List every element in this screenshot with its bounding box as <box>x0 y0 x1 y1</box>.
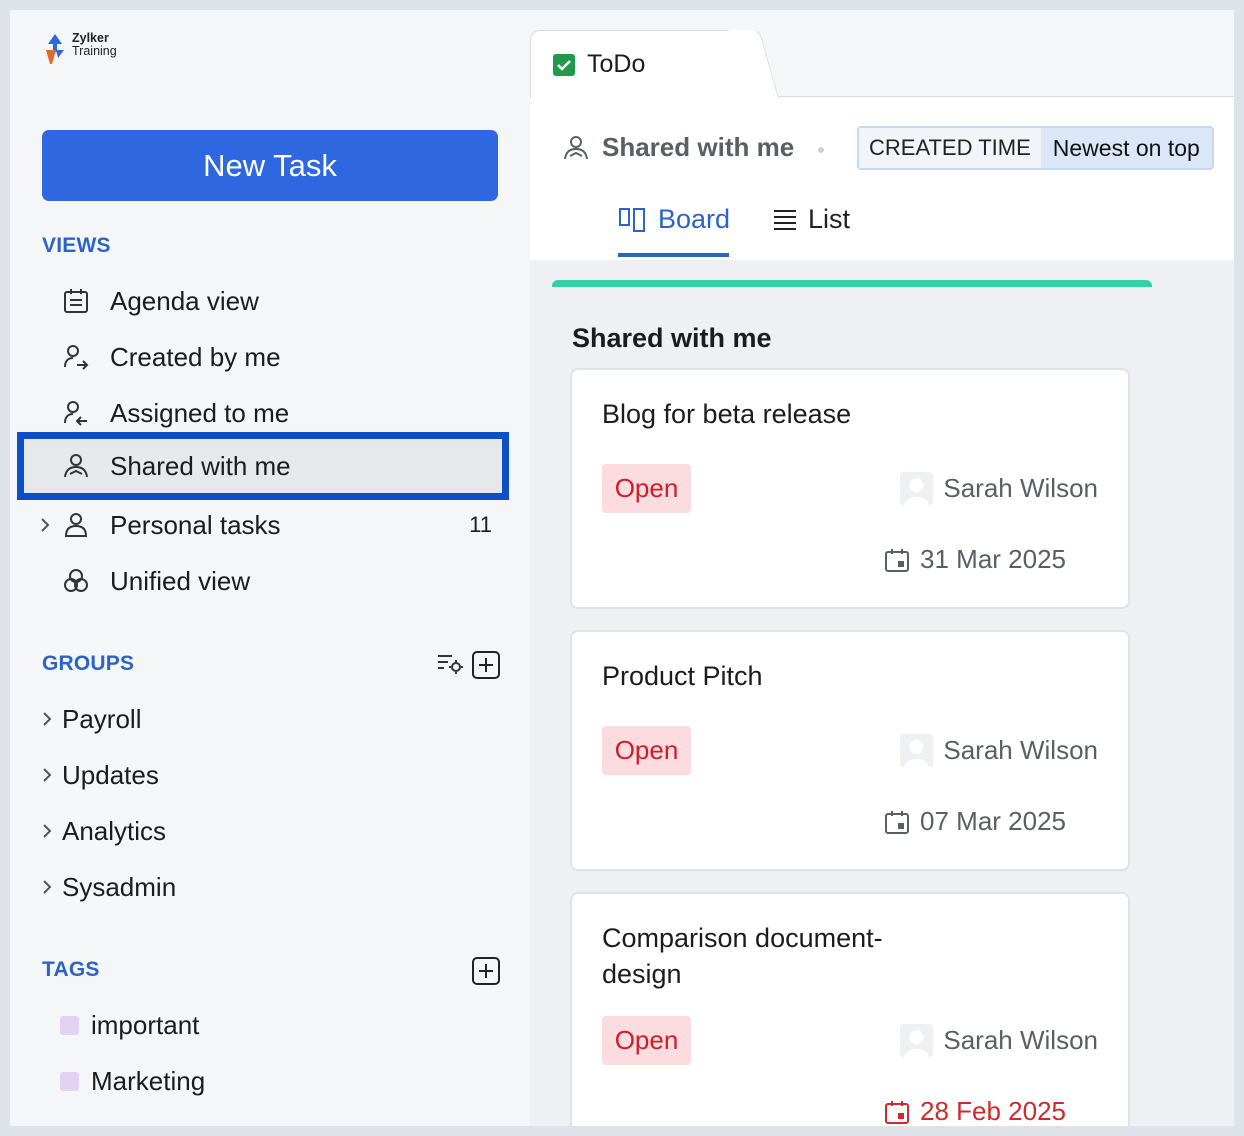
group-settings-icon[interactable] <box>436 650 466 680</box>
status-badge[interactable]: Open <box>602 726 691 775</box>
list-icon <box>774 209 796 230</box>
tags-heading: TAGS <box>42 958 100 981</box>
logo-line-2: Training <box>72 44 117 58</box>
avatar-placeholder-icon <box>900 1024 934 1057</box>
agenda-icon <box>64 289 88 313</box>
active-tab-indicator <box>618 253 729 257</box>
tab-todo[interactable]: ToDo <box>530 30 762 98</box>
task-title: Comparison document-design <box>602 923 883 989</box>
column-title: Shared with me <box>572 323 772 353</box>
due-date-text: 31 Mar 2025 <box>920 544 1066 574</box>
due-date: 31 Mar 2025 <box>884 544 1066 575</box>
tab-board-label: Board <box>658 204 731 234</box>
status-badge[interactable]: Open <box>602 464 691 513</box>
add-group-icon[interactable] <box>471 650 501 680</box>
status-badge[interactable]: Open <box>602 1016 691 1065</box>
new-task-button[interactable]: New Task <box>42 130 498 201</box>
tag-label: important <box>91 1009 200 1040</box>
app-window: Zylker Training New Task VIEWS Agenda vi… <box>10 10 1234 1126</box>
task-owner[interactable]: Sarah Wilson <box>900 734 1098 767</box>
user-incoming-icon <box>64 401 87 426</box>
nav-item-label: Created by me <box>110 341 281 372</box>
checkbox-checked-icon <box>553 53 575 76</box>
user-outgoing-icon <box>64 345 89 370</box>
group-label: Payroll <box>62 703 142 734</box>
chevron-right-icon[interactable] <box>40 708 54 730</box>
due-date-overdue: 28 Feb 2025 <box>884 1096 1066 1126</box>
tab-strip: ToDo <box>530 10 1234 98</box>
view-header: ToDo Shared with me CREATED TIME Newest … <box>530 10 1234 260</box>
tab-board[interactable]: Board <box>618 204 730 235</box>
nav-item-label: Agenda view <box>110 285 259 316</box>
group-item-analytics[interactable]: Analytics <box>36 805 506 857</box>
calendar-icon <box>884 1100 909 1124</box>
nav-item-unified-view[interactable]: Unified view <box>30 553 506 609</box>
tab-list-label: List <box>808 204 851 234</box>
chevron-right-icon[interactable] <box>40 764 54 786</box>
group-label: Analytics <box>62 815 167 846</box>
main-panel: ToDo Shared with me CREATED TIME Newest … <box>530 10 1234 1126</box>
tag-item-marketing[interactable]: Marketing <box>60 1055 205 1107</box>
sort-selector[interactable]: CREATED TIME Newest on top <box>857 126 1214 170</box>
zylker-logo: Zylker Training <box>42 32 117 66</box>
group-item-payroll[interactable]: Payroll <box>36 693 506 745</box>
task-title: Product Pitch <box>602 661 763 691</box>
avatar-placeholder-icon <box>900 734 934 767</box>
owner-name: Sarah Wilson <box>943 473 1098 503</box>
sort-value: Newest on top <box>1040 128 1212 168</box>
due-date-text: 07 Mar 2025 <box>920 806 1066 836</box>
view-title-text: Shared with me <box>602 132 795 162</box>
nav-item-personal-tasks[interactable]: Personal tasks 11 <box>30 497 506 553</box>
tag-color-swatch <box>60 1071 79 1091</box>
group-item-sysadmin[interactable]: Sysadmin <box>36 861 506 913</box>
user-icon <box>64 513 88 537</box>
owner-name: Sarah Wilson <box>943 1025 1098 1055</box>
due-date-text: 28 Feb 2025 <box>919 1096 1066 1126</box>
owner-name: Sarah Wilson <box>943 735 1098 765</box>
task-card[interactable]: Blog for beta release Open Sarah Wilson … <box>570 368 1130 609</box>
nav-item-label: Unified view <box>110 565 251 596</box>
task-count-badge: 11 <box>469 512 492 537</box>
view-title: Shared with me <box>562 132 794 163</box>
task-title: Blog for beta release <box>602 399 852 429</box>
nav-item-shared-with-me[interactable]: Shared with me <box>17 432 509 500</box>
tag-label: Marketing <box>91 1065 206 1096</box>
sidebar: Zylker Training New Task VIEWS Agenda vi… <box>10 10 530 1126</box>
nav-item-created-by-me[interactable]: Created by me <box>30 329 506 385</box>
separator-dot <box>818 147 824 153</box>
groups-heading: GROUPS <box>42 652 135 675</box>
nav-item-label: Personal tasks <box>110 509 281 540</box>
due-date: 07 Mar 2025 <box>884 806 1066 837</box>
nav-item-label: Assigned to me <box>110 397 290 428</box>
nav-item-agenda-view[interactable]: Agenda view <box>30 273 506 329</box>
avatar-placeholder-icon <box>900 472 934 505</box>
task-card[interactable]: Product Pitch Open Sarah Wilson 07 Mar 2… <box>570 630 1130 871</box>
calendar-icon <box>885 548 910 572</box>
tab-label: ToDo <box>587 50 646 78</box>
zylker-logo-icon <box>46 34 64 64</box>
sort-key: CREATED TIME <box>859 128 1041 168</box>
task-owner[interactable]: Sarah Wilson <box>900 472 1098 505</box>
tab-list[interactable]: List <box>772 204 850 235</box>
nav-item-label: Shared with me <box>110 450 291 481</box>
group-label: Updates <box>62 759 159 790</box>
calendar-icon <box>885 810 910 834</box>
user-shared-icon <box>564 135 588 159</box>
task-owner[interactable]: Sarah Wilson <box>900 1024 1098 1057</box>
user-shared-icon <box>64 454 88 478</box>
unified-circles-icon <box>64 569 88 592</box>
board-icon <box>619 207 645 232</box>
views-heading: VIEWS <box>42 234 111 257</box>
group-item-updates[interactable]: Updates <box>36 749 506 801</box>
chevron-right-icon[interactable] <box>40 876 54 898</box>
board-column: Shared with me Blog for beta release Ope… <box>552 280 1152 1126</box>
add-tag-icon[interactable] <box>471 956 501 986</box>
chevron-right-icon[interactable] <box>40 820 54 842</box>
task-card[interactable]: Comparison document-design Open Sarah Wi… <box>570 892 1130 1126</box>
tag-item-important[interactable]: important <box>60 999 199 1051</box>
nav-item-assigned-to-me[interactable]: Assigned to me <box>30 385 506 441</box>
group-label: Sysadmin <box>62 871 177 902</box>
chevron-right-icon[interactable] <box>38 514 52 536</box>
tag-color-swatch <box>60 1015 79 1035</box>
